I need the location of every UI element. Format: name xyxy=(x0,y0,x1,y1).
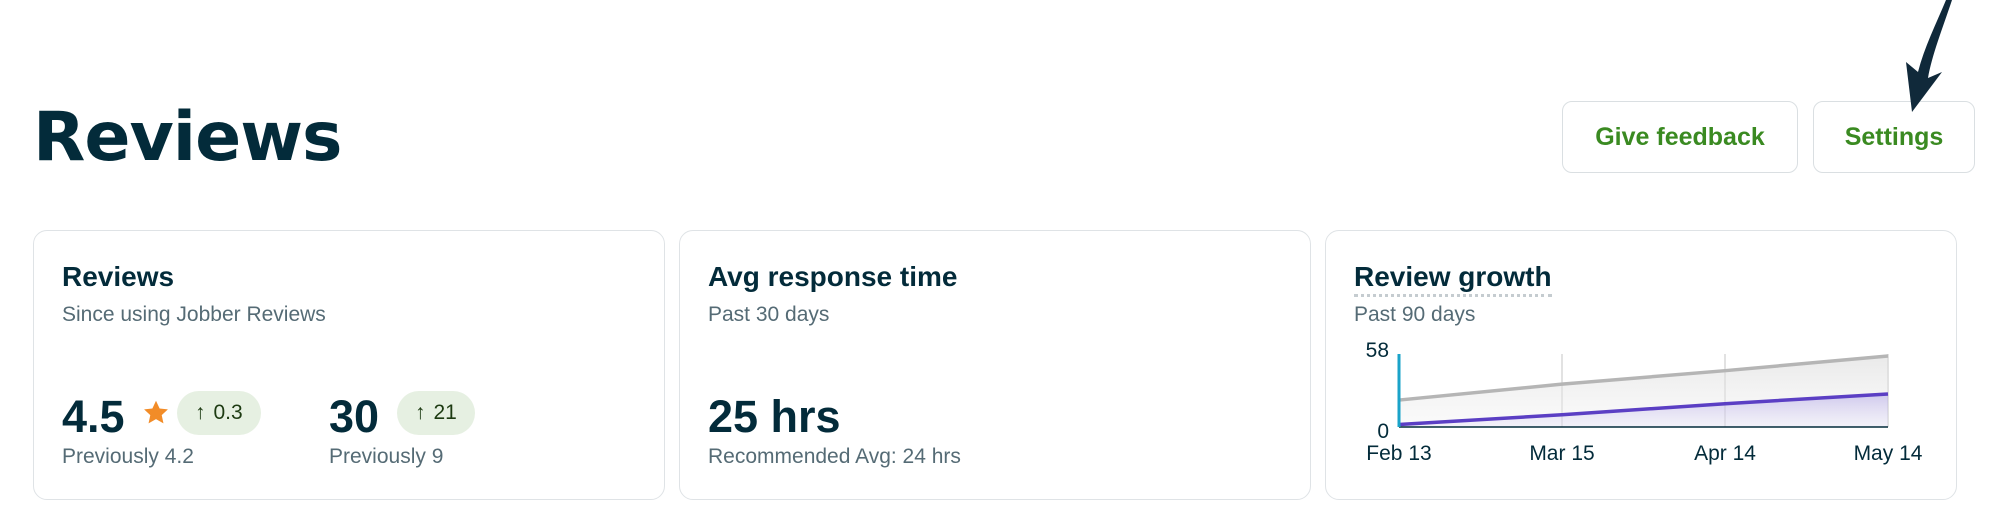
rating-change-badge: ↑ 0.3 xyxy=(177,391,261,435)
count-previous: Previously 9 xyxy=(329,445,444,468)
review-growth-chart: 58 0Feb 13 Mar 15 Apr 14 May 14 xyxy=(1366,339,1923,465)
give-feedback-button[interactable]: Give feedback xyxy=(1562,101,1798,173)
rating-previous: Previously 4.2 xyxy=(62,445,194,468)
count-change-badge: ↑ 21 xyxy=(397,391,475,435)
response-time-title: Avg response time xyxy=(708,261,958,292)
pointer-arrow-icon xyxy=(1906,0,1952,112)
reviews-card: Reviews Since using Jobber Reviews 4.5 ↑… xyxy=(33,230,665,500)
response-time-subtitle: Past 30 days xyxy=(708,303,830,326)
y-tick-label: 58 xyxy=(1366,339,1389,362)
rating-change-value: 0.3 xyxy=(213,401,243,424)
rating-value: 4.5 xyxy=(62,391,125,442)
y-tick-label: 0 xyxy=(1377,420,1389,443)
arrow-up-icon: ↑ xyxy=(195,401,206,424)
x-tick-label: May 14 xyxy=(1854,442,1923,465)
review-growth-card: Review growth Past 90 days 58 0 Feb 13 Mar … xyxy=(1325,230,1957,500)
reviews-card-subtitle: Since using Jobber Reviews xyxy=(62,303,326,326)
count-change-value: 21 xyxy=(433,401,457,424)
review-count-value: 30 xyxy=(329,391,380,442)
response-time-recommended: Recommended Avg: 24 hrs xyxy=(708,445,961,468)
page-title: Reviews xyxy=(33,98,343,177)
x-tick-label: Apr 14 xyxy=(1694,442,1756,465)
arrow-up-icon: ↑ xyxy=(415,401,426,424)
star-icon xyxy=(144,400,168,424)
x-tick-label: Feb 13 xyxy=(1366,442,1431,465)
reviews-card-title: Reviews xyxy=(62,261,175,292)
x-tick-label: Mar 15 xyxy=(1529,442,1594,465)
response-time-card: Avg response time Past 30 days 25 hrs Re… xyxy=(679,230,1311,500)
response-time-value: 25 hrs xyxy=(708,391,841,442)
